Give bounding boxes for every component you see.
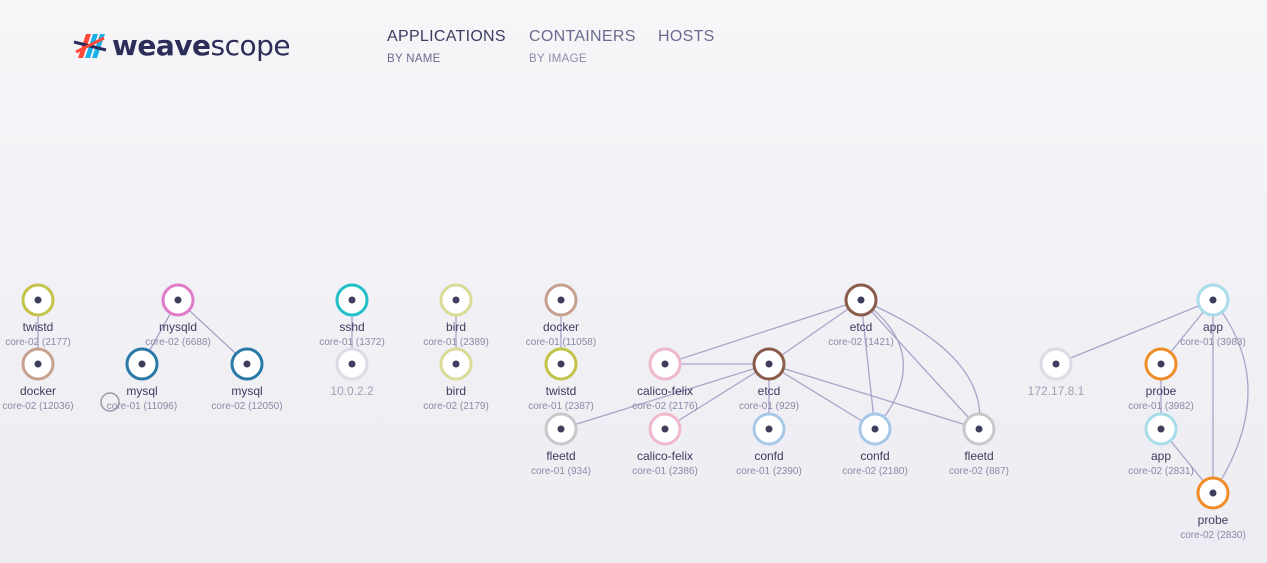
graph-node[interactable]: docker core-01 (11058) <box>526 283 596 348</box>
node-label: bird <box>446 320 466 334</box>
node-center <box>1209 489 1217 497</box>
graph-node[interactable]: app core-01 (3983) <box>1180 283 1246 348</box>
node-center <box>452 296 460 304</box>
graph-node[interactable]: twistd core-02 (2177) <box>5 283 71 348</box>
node-label: mysql <box>126 384 157 398</box>
node-sublabel: core-01 (3983) <box>1180 337 1246 348</box>
graph-node[interactable]: mysqld core-02 (6688) <box>145 283 211 348</box>
node-label: docker <box>543 320 579 334</box>
graph-node[interactable]: mysql core-02 (12050) <box>211 347 283 412</box>
graph-node[interactable]: fleetd core-01 (934) <box>531 412 591 477</box>
node-center <box>661 360 669 368</box>
node-label: confd <box>754 449 783 463</box>
graph-node[interactable]: fleetd core-02 (887) <box>949 412 1009 477</box>
graph-node[interactable]: 10.0.2.2 <box>330 347 374 398</box>
node-sublabel: core-02 (12050) <box>211 401 282 412</box>
graph-node[interactable]: probe core-02 (2830) <box>1180 476 1246 541</box>
graph-node[interactable]: probe core-01 (3982) <box>1128 347 1194 412</box>
node-sublabel: core-01 (3982) <box>1128 401 1194 412</box>
node-label: confd <box>860 449 889 463</box>
node-center <box>138 360 146 368</box>
node-center <box>34 360 42 368</box>
node-sublabel: core-02 (2831) <box>1128 466 1194 477</box>
node-label: twistd <box>23 320 54 334</box>
node-sublabel: core-01 (2390) <box>736 466 802 477</box>
node-center <box>765 425 773 433</box>
graph-edge <box>860 299 980 430</box>
node-label: calico-felix <box>637 449 693 463</box>
node-label: twistd <box>546 384 577 398</box>
graph-node[interactable]: etcd core-01 (929) <box>739 347 799 412</box>
node-sublabel: core-02 (1421) <box>828 337 894 348</box>
node-sublabel: core-01 (11058) <box>526 337 596 348</box>
node-sublabel: core-02 (6688) <box>145 337 211 348</box>
node-label: 172.17.8.1 <box>1028 384 1085 398</box>
node-center <box>1209 296 1217 304</box>
node-sublabel: core-01 (929) <box>739 401 799 412</box>
node-center <box>174 296 182 304</box>
graph-edge <box>768 299 862 365</box>
node-center <box>34 296 42 304</box>
node-sublabel: core-02 (887) <box>949 466 1009 477</box>
node-sublabel: core-02 (2179) <box>423 401 489 412</box>
node-label: app <box>1151 449 1171 463</box>
graph-node[interactable]: docker core-02 (12036) <box>2 347 74 412</box>
node-center <box>1157 360 1165 368</box>
node-sublabel: core-01 (2387) <box>528 401 594 412</box>
node-center <box>871 425 879 433</box>
node-sublabel: core-01 (2386) <box>632 466 698 477</box>
graph-node[interactable]: twistd core-01 (2387) <box>528 347 594 412</box>
node-sublabel: core-02 (12036) <box>2 401 73 412</box>
graph-node[interactable]: app core-02 (2831) <box>1128 412 1194 477</box>
node-label: probe <box>1146 384 1177 398</box>
node-center <box>452 360 460 368</box>
graph-node[interactable]: confd core-01 (2390) <box>736 412 802 477</box>
graph-node[interactable]: confd core-02 (2180) <box>842 412 908 477</box>
graph-node[interactable]: mysql core-01 (11096) <box>107 347 177 412</box>
node-label: probe <box>1198 513 1229 527</box>
node-label: fleetd <box>964 449 993 463</box>
node-label: sshd <box>339 320 364 334</box>
node-center <box>765 360 773 368</box>
node-sublabel: core-02 (2177) <box>5 337 71 348</box>
graph-node[interactable]: calico-felix core-02 (2176) <box>632 347 698 412</box>
graph-nodes[interactable]: twistd core-02 (2177) docker core-02 (12036… <box>2 283 1246 541</box>
node-sublabel: core-01 (11096) <box>107 401 177 412</box>
graph-edge <box>768 363 876 430</box>
graph-node[interactable]: calico-felix core-01 (2386) <box>632 412 698 477</box>
node-center <box>557 425 565 433</box>
node-label: etcd <box>758 384 781 398</box>
node-center <box>1052 360 1060 368</box>
node-label: mysqld <box>159 320 197 334</box>
node-center <box>661 425 669 433</box>
node-label: 10.0.2.2 <box>330 384 374 398</box>
node-sublabel: core-02 (2180) <box>842 466 908 477</box>
topology-graph[interactable]: twistd core-02 (2177) docker core-02 (12036… <box>0 0 1267 563</box>
node-center <box>557 360 565 368</box>
node-center <box>857 296 865 304</box>
node-sublabel: core-02 (2176) <box>632 401 698 412</box>
node-sublabel: core-01 (1372) <box>319 337 385 348</box>
node-center <box>1157 425 1165 433</box>
node-label: fleetd <box>546 449 575 463</box>
node-center <box>243 360 251 368</box>
graph-node[interactable]: bird core-02 (2179) <box>423 347 489 412</box>
node-label: docker <box>20 384 56 398</box>
node-label: mysql <box>231 384 262 398</box>
node-sublabel: core-02 (2830) <box>1180 530 1246 541</box>
node-label: etcd <box>850 320 873 334</box>
graph-edge <box>1055 299 1214 365</box>
node-label: bird <box>446 384 466 398</box>
node-label: calico-felix <box>637 384 693 398</box>
node-sublabel: core-01 (2389) <box>423 337 489 348</box>
graph-node[interactable]: sshd core-01 (1372) <box>319 283 385 348</box>
node-label: app <box>1203 320 1223 334</box>
node-sublabel: core-01 (934) <box>531 466 591 477</box>
node-center <box>348 296 356 304</box>
node-center <box>557 296 565 304</box>
graph-node[interactable]: bird core-01 (2389) <box>423 283 489 348</box>
node-center <box>975 425 983 433</box>
node-center <box>348 360 356 368</box>
